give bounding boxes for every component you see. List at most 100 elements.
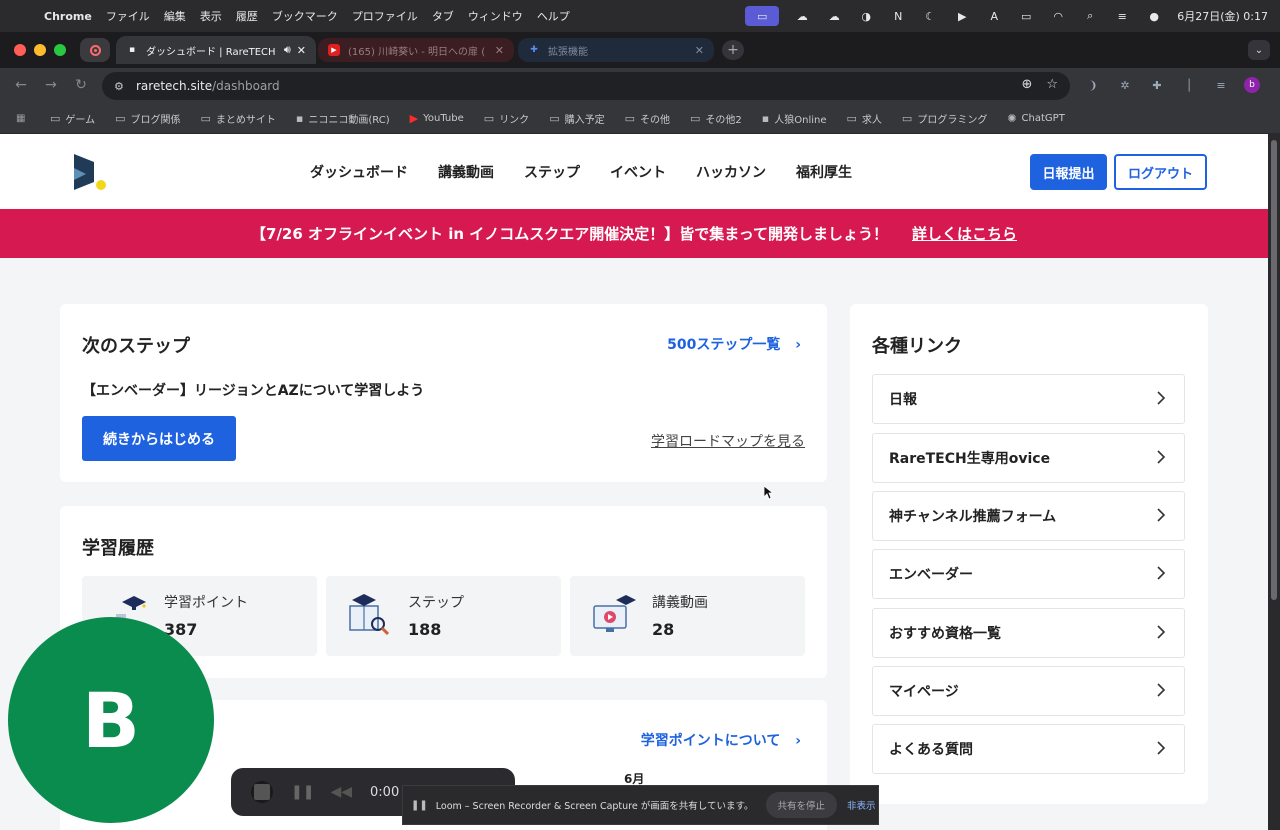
screen-share-icon[interactable]: ▭ <box>745 6 780 26</box>
apps-grid-icon[interactable]: ▦ <box>16 113 30 124</box>
nav-events[interactable]: イベント <box>610 162 666 182</box>
chevron-right-icon: › <box>795 733 801 749</box>
bookmark-link[interactable]: ▪ 人狼Online <box>762 111 827 126</box>
bookmark-link[interactable]: ▶ YouTube <box>410 112 464 125</box>
tab-extensions[interactable]: ✚ 拡張機能 ✕ <box>518 38 714 62</box>
raretech-logo-icon[interactable] <box>72 152 108 192</box>
bookmark-folder[interactable]: ▭ ゲーム <box>50 111 95 126</box>
siri-icon[interactable]: ● <box>1145 9 1163 23</box>
menu-tab[interactable]: タブ <box>432 8 454 24</box>
about-points-link[interactable]: 学習ポイントについて › <box>641 730 801 750</box>
bookmark-folder[interactable]: ▭ その他2 <box>690 111 742 126</box>
extension-signal-icon[interactable]: ❩ <box>1084 76 1102 94</box>
bookmark-star-icon[interactable]: ☆ <box>1046 77 1058 92</box>
reading-list-icon[interactable]: ≡ <box>1212 76 1230 94</box>
scrollbar-thumb[interactable] <box>1271 140 1277 600</box>
link-ovice[interactable]: RareTECH生専用ovice <box>872 433 1185 483</box>
nav-steps[interactable]: ステップ <box>524 162 580 182</box>
link-daily-report[interactable]: 日報 <box>872 374 1185 424</box>
speaker-icon[interactable]: 🔊︎ <box>284 43 291 57</box>
extensions-puzzle-icon[interactable]: ✚ <box>1148 76 1166 94</box>
close-tab-icon[interactable]: ✕ <box>695 44 704 57</box>
accessibility-icon[interactable]: ☁ <box>793 9 811 23</box>
bookmark-link[interactable]: ✺ ChatGPT <box>1007 112 1064 125</box>
close-tab-icon[interactable]: ✕ <box>297 44 306 57</box>
bookmark-folder[interactable]: ▭ その他 <box>625 111 670 126</box>
menu-help[interactable]: ヘルプ <box>537 8 570 24</box>
wifi-icon[interactable]: ◠ <box>1049 9 1067 23</box>
menu-file[interactable]: ファイル <box>106 8 150 24</box>
site-info-icon[interactable]: ⚙ <box>114 80 128 93</box>
moon-icon[interactable]: ☾ <box>921 9 939 23</box>
link-channel-form[interactable]: 神チャンネル推薦フォーム <box>872 491 1185 541</box>
url-text[interactable]: raretech.site/dashboard <box>136 79 280 93</box>
bookmark-folder[interactable]: ▭ まとめサイト <box>201 111 276 126</box>
folder-icon: ▭ <box>690 112 701 125</box>
tab-search-button[interactable]: ⌄ <box>1248 40 1270 60</box>
loom-camera-bubble[interactable]: B <box>8 617 214 823</box>
tab-dashboard[interactable]: ▪ ダッシュボード | RareTECH 🔊︎ ✕ <box>116 36 316 64</box>
bookmark-folder[interactable]: ▭ リンク <box>484 111 529 126</box>
minimize-window-button[interactable] <box>34 44 46 56</box>
continue-button[interactable]: 続きからはじめる <box>82 416 236 461</box>
menu-edit[interactable]: 編集 <box>164 8 186 24</box>
stop-sharing-button[interactable]: 共有を停止 <box>765 792 838 818</box>
daily-report-button[interactable]: 日報提出 <box>1030 154 1107 190</box>
logout-button[interactable]: ログアウト <box>1114 154 1207 190</box>
battery-icon[interactable]: ▭ <box>1017 9 1035 23</box>
menu-history[interactable]: 履歴 <box>236 8 258 24</box>
address-bar[interactable]: ⚙ raretech.site/dashboard ⊕ ☆ <box>102 72 1070 100</box>
close-tab-icon[interactable]: ✕ <box>495 44 504 57</box>
zoom-window-button[interactable] <box>54 44 66 56</box>
hide-notice-button[interactable]: 非表示 <box>847 798 876 812</box>
menu-view[interactable]: 表示 <box>200 8 222 24</box>
tab-youtube[interactable]: ▶ (165) 川崎葵い - 明日への扉 ( ✕ <box>318 38 514 62</box>
search-icon[interactable]: ⌕ <box>1081 9 1099 23</box>
link-envader[interactable]: エンベーダー <box>872 549 1185 599</box>
input-method-icon[interactable]: A <box>985 9 1003 23</box>
link-certifications[interactable]: おすすめ資格一覧 <box>872 608 1185 658</box>
roadmap-link[interactable]: 学習ロードマップを見る <box>651 431 805 451</box>
rewind-icon[interactable]: ◀◀ <box>330 784 352 800</box>
menubar-clock[interactable]: 6月27日(金) 0:17 <box>1177 8 1268 24</box>
forward-icon[interactable]: → <box>42 77 60 93</box>
banner-details-link[interactable]: 詳しくはこちら <box>912 223 1017 244</box>
chevron-right-icon <box>1157 508 1166 522</box>
stop-recording-button[interactable] <box>251 781 273 803</box>
nav-benefits[interactable]: 福利厚生 <box>796 162 852 182</box>
extension-gear-icon[interactable]: ✲ <box>1116 76 1134 94</box>
bookmark-folder[interactable]: ▭ プログラミング <box>902 111 987 126</box>
main-nav: ダッシュボード 講義動画 ステップ イベント ハッカソン 福利厚生 <box>310 162 852 182</box>
bookmark-folder[interactable]: ▭ 求人 <box>847 111 882 126</box>
bookmark-folder[interactable]: ▭ ブログ関係 <box>115 111 180 126</box>
bookmark-link[interactable]: ▪ ニコニコ動画(RC) <box>296 111 390 126</box>
cloud-icon[interactable]: ☁ <box>825 9 843 23</box>
profile-avatar-icon[interactable]: b <box>1244 77 1260 93</box>
pause-icon[interactable]: ❚❚ <box>291 784 314 800</box>
bookmark-label: ゲーム <box>65 115 96 126</box>
all-steps-link[interactable]: 500ステップ一覧 › <box>667 334 801 354</box>
nav-dashboard[interactable]: ダッシュボード <box>310 162 408 182</box>
new-tab-button[interactable]: + <box>722 40 744 60</box>
chrome-menu-icon[interactable]: ⋮ <box>1274 76 1280 94</box>
link-mypage[interactable]: マイページ <box>872 666 1185 716</box>
reload-icon[interactable]: ↻ <box>72 77 90 93</box>
menu-profile[interactable]: プロファイル <box>352 8 418 24</box>
back-icon[interactable]: ← <box>12 77 30 93</box>
zoom-icon[interactable]: ⊕ <box>1021 77 1032 92</box>
play-icon[interactable]: ▶ <box>953 9 971 23</box>
control-center-icon[interactable]: ≡ <box>1113 9 1131 23</box>
nav-lectures[interactable]: 講義動画 <box>438 162 494 182</box>
recording-tab[interactable] <box>80 38 110 62</box>
menu-bookmarks[interactable]: ブックマーク <box>272 8 338 24</box>
sync-icon[interactable]: ◑ <box>857 9 875 23</box>
notion-icon[interactable]: N <box>889 9 907 23</box>
menu-app-name[interactable]: Chrome <box>44 10 92 23</box>
page-scrollbar[interactable] <box>1268 134 1280 830</box>
menu-window[interactable]: ウィンドウ <box>468 8 523 24</box>
close-window-button[interactable] <box>14 44 26 56</box>
link-faq[interactable]: よくある質問 <box>872 724 1185 774</box>
nav-hackathon[interactable]: ハッカソン <box>696 162 766 182</box>
bookmark-folder[interactable]: ▭ 購入予定 <box>549 111 604 126</box>
chrome-toolbar: ← → ↻ ⚙ raretech.site/dashboard ⊕ ☆ ❩ ✲ … <box>0 68 1280 104</box>
